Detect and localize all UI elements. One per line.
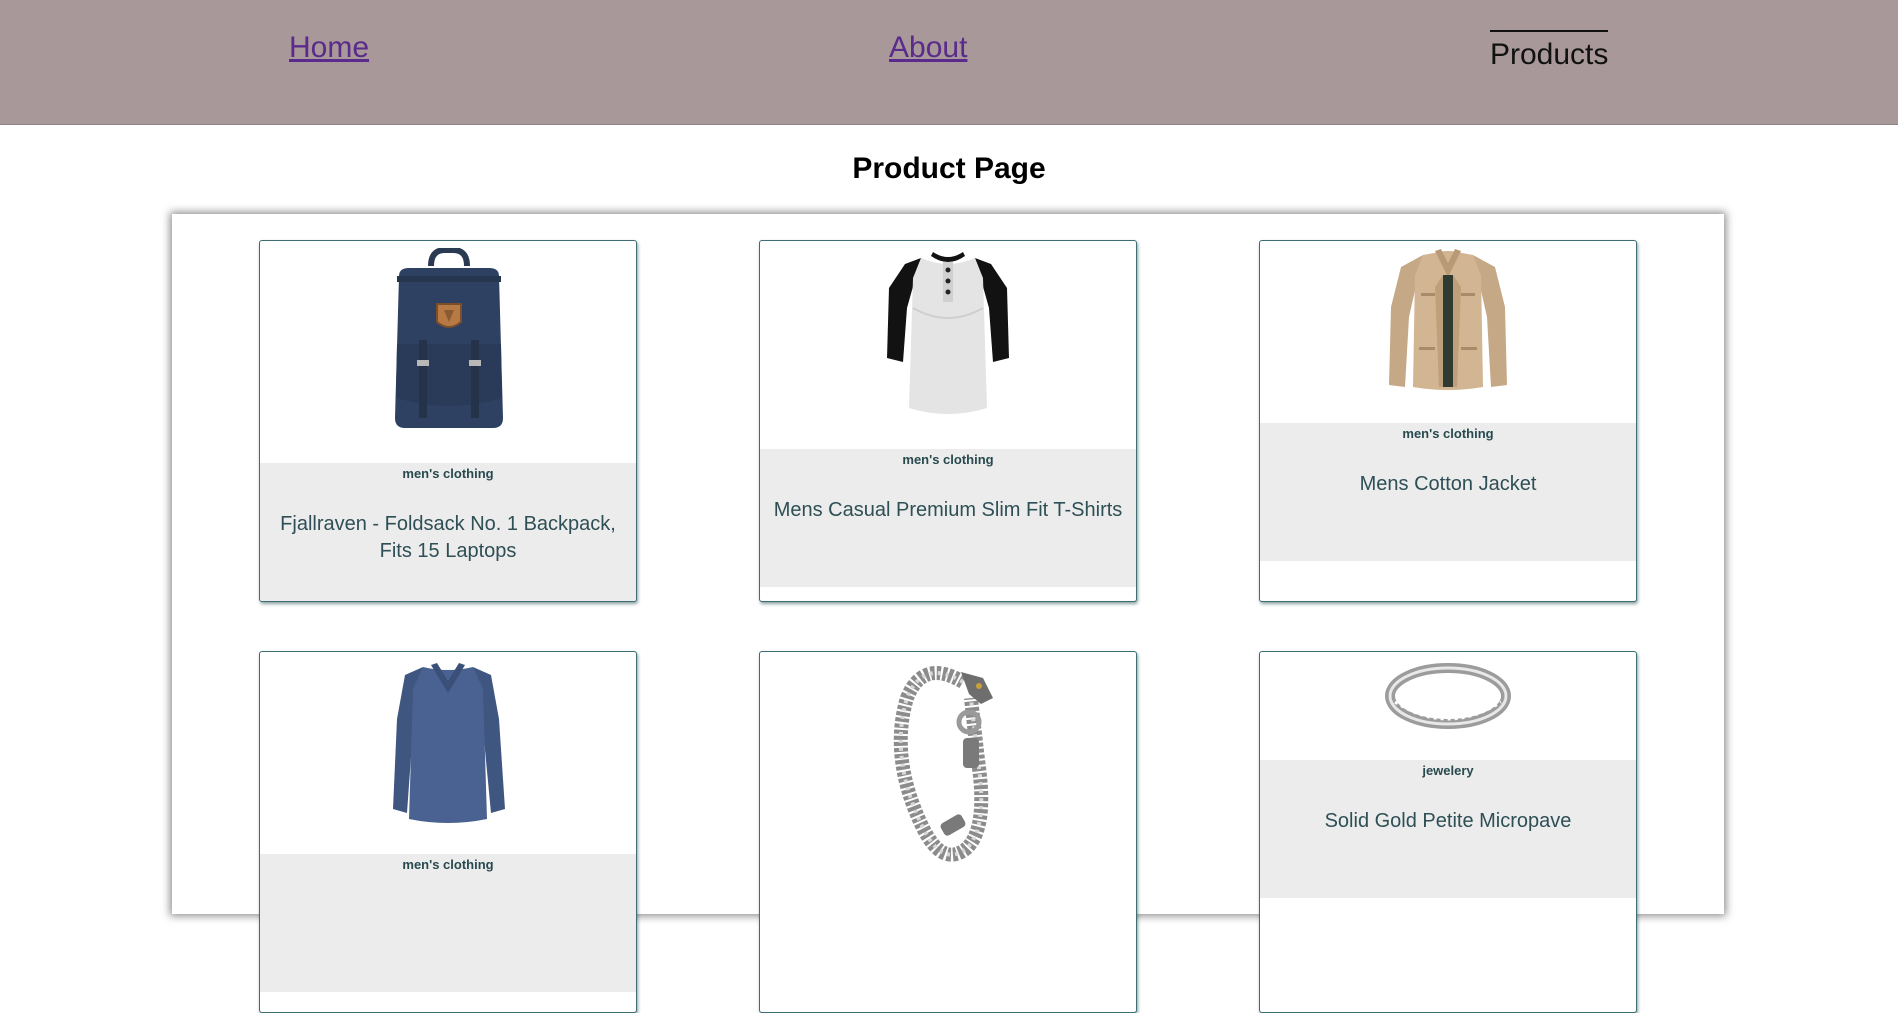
product-image-backpack (260, 241, 636, 463)
nav-home-link[interactable]: Home (289, 31, 369, 65)
product-title: Solid Gold Petite Micropave (1324, 810, 1572, 832)
product-image-long-sleeve-shirt (260, 652, 636, 854)
product-info: men's clothing (260, 854, 636, 992)
product-title: Fjallraven - Foldsack No. 1 Backpack, Fi… (280, 513, 616, 562)
product-image-raglan-t-shirt (760, 241, 1136, 449)
product-card[interactable]: men's clothing (259, 651, 637, 1013)
page-title: Product Page (852, 152, 1046, 185)
product-info: jewelery Solid Gold Petite Micropave (1260, 760, 1636, 898)
product-image-dragon-chain-bracelet (760, 652, 1136, 882)
nav-products-link[interactable]: Products (1490, 30, 1609, 72)
product-category: men's clothing (902, 452, 994, 467)
product-card[interactable]: men's clothing Fjallraven - Foldsack No.… (259, 240, 637, 602)
product-info: men's clothing Mens Cotton Jacket (1260, 423, 1636, 561)
navbar: Home About Products (0, 0, 1898, 125)
product-info: men's clothing Fjallraven - Foldsack No.… (260, 463, 636, 601)
product-card[interactable]: men's clothing Mens Cotton Jacket (1259, 240, 1637, 602)
product-card[interactable]: jewelery Solid Gold Petite Micropave (1259, 651, 1637, 1013)
product-grid: men's clothing Fjallraven - Foldsack No.… (172, 214, 1724, 1013)
product-title: Mens Cotton Jacket (1359, 473, 1537, 495)
product-card[interactable] (759, 651, 1137, 1013)
product-info: men's clothing Mens Casual Premium Slim … (760, 449, 1136, 587)
product-category: men's clothing (1402, 426, 1494, 441)
product-image-cotton-jacket (1260, 241, 1636, 423)
product-card[interactable]: men's clothing Mens Casual Premium Slim … (759, 240, 1137, 602)
product-image-silver-ring (1260, 652, 1636, 760)
product-category: men's clothing (402, 466, 494, 481)
product-title: Mens Casual Premium Slim Fit T-Shirts (773, 499, 1123, 521)
product-category: jewelery (1422, 763, 1474, 778)
nav-about-link[interactable]: About (889, 31, 967, 65)
product-category: men's clothing (402, 857, 494, 872)
